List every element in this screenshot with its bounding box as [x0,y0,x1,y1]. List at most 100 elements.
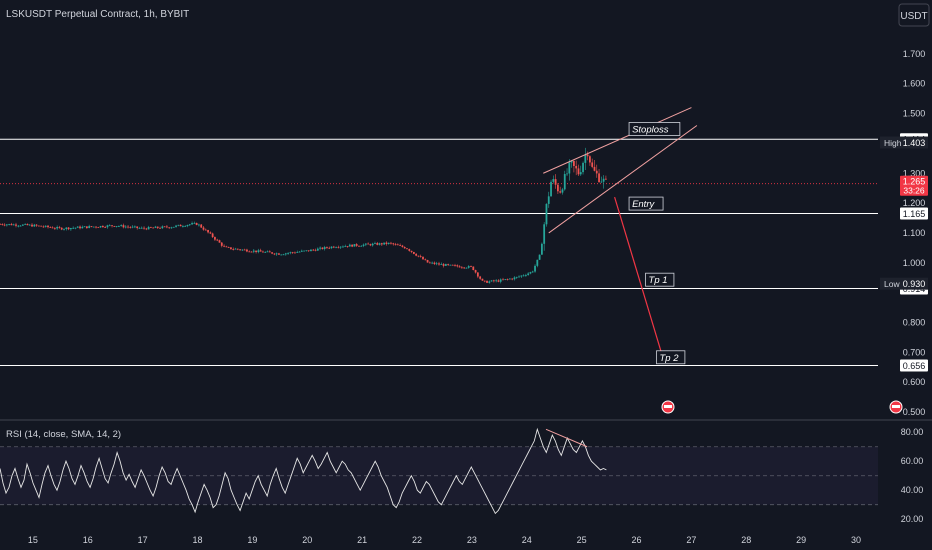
candle-body [536,259,539,266]
candle-body [152,227,155,229]
candle-body [502,279,504,281]
candle-body [465,267,468,269]
candle-body [495,280,498,282]
candle-body [531,271,534,273]
candle-body [550,181,552,197]
candle-body [115,226,118,227]
candle-body [408,249,411,251]
price-tick-label: 0.500 [903,407,926,417]
candle-body [561,189,564,193]
candle-body [556,184,559,192]
event-icon[interactable] [889,400,903,414]
candle-body [307,250,310,252]
candle-body [108,225,111,227]
candle-body [339,246,342,248]
candle-body [518,276,520,278]
candle-body [168,227,171,229]
candle-body [99,225,102,228]
candle-body [172,226,175,228]
candle-body [513,277,516,280]
candle-body [419,256,422,258]
candle-body [367,243,370,245]
candle-body [264,251,267,253]
candle-body [271,252,273,254]
time-tick-label: 19 [247,535,257,545]
time-tick-label: 21 [357,535,367,545]
chart-canvas: StoplossEntryTp 1Tp 2 1.7001.6001.5001.3… [0,0,932,550]
candle-body [131,226,134,228]
candle-body [37,225,40,227]
candle-body [163,226,166,228]
candle-body [188,224,191,226]
candle-body [113,225,116,227]
price-tick-label: 0.800 [903,317,926,327]
candle-body [488,281,491,283]
candle-body [218,240,221,243]
time-tick-label: 17 [138,535,148,545]
candle-body [387,242,390,245]
marker-value: 1.403 [903,138,926,148]
currency-button-label: USDT [900,11,927,22]
candle-body [524,275,527,276]
candle-body [410,250,413,252]
candle-body [312,249,315,251]
candle-body [415,253,418,256]
candle-body [236,248,239,250]
candle-body [90,226,93,227]
candle-body [300,250,303,252]
candle-body [595,170,598,174]
candle-body [380,243,383,245]
candle-body [294,252,296,254]
candle-body [328,247,331,249]
candle-body [417,255,420,257]
candle-body [88,226,91,229]
price-tick-label: 1.000 [903,258,926,268]
candle-body [33,224,36,227]
candle-body [250,251,253,253]
currency-button[interactable]: USDT [898,3,930,27]
candle-body [396,244,399,246]
candle-body [314,249,317,251]
candle-body [298,251,301,253]
candle-body [543,224,546,244]
price-tick-label: 1.200 [903,198,926,208]
candle-body [499,279,502,282]
candle-body [195,222,198,225]
candle-body [31,224,33,227]
time-tick-label: 18 [193,535,203,545]
candle-body [85,226,88,229]
candle-body [282,254,285,256]
candle-body [394,244,397,246]
time-tick-label: 26 [632,535,642,545]
candle-body [101,225,104,228]
candle-body [435,263,438,265]
candle-body [303,250,305,252]
candle-body [49,227,52,228]
candle-body [124,226,127,228]
candle-body [17,225,20,227]
candle-body [95,226,97,228]
candle-body [438,263,440,265]
candle-body [326,247,328,248]
candle-body [161,226,164,229]
candle-body [81,226,84,229]
candle-body [351,244,354,247]
event-icon[interactable] [661,400,675,414]
candle-body [358,245,360,247]
candle-body [369,244,372,246]
candle-body [15,224,17,226]
candle-body [486,280,488,283]
candle-body [563,174,566,190]
candle-body [21,224,24,226]
candle-body [479,276,482,279]
candle-body [252,250,255,252]
candle-body [593,166,596,171]
rsi-tick-label: 20.00 [901,514,924,524]
price-tick-label: 0.600 [903,377,926,387]
candle-body [476,272,479,277]
candle-body [104,227,107,228]
candle-body [184,226,187,227]
candle-body [444,264,447,266]
candle-body [390,242,392,244]
candle-body [392,243,395,245]
